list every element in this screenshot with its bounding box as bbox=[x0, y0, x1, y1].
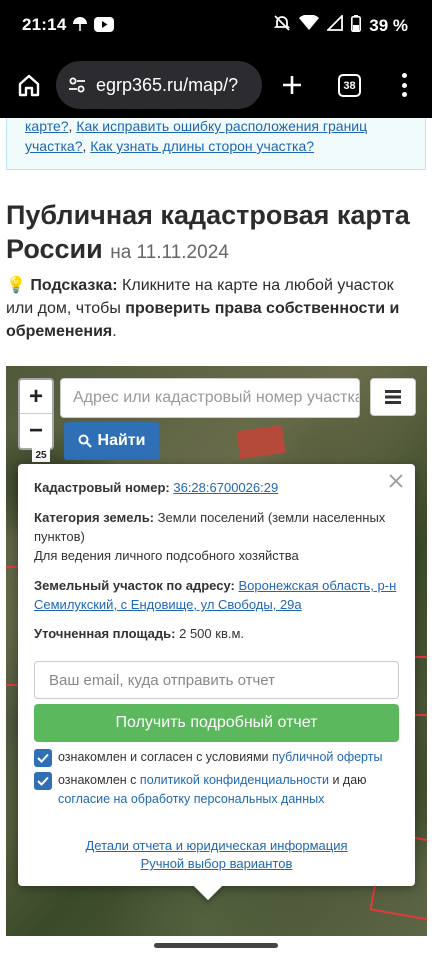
privacy-checkbox-label: ознакомлен с политикой конфиденциальност… bbox=[58, 773, 367, 806]
data-consent-link[interactable]: согласие на обработку персональных данны… bbox=[58, 792, 324, 806]
info-link-side-lengths[interactable]: Как узнать длины сторон участка? bbox=[90, 138, 314, 154]
info-box: карте?, Как исправить ошибку расположени… bbox=[6, 118, 426, 170]
hint-text: 💡 Подсказка: Кликните на карте на любой … bbox=[6, 277, 400, 340]
offer-checkbox[interactable] bbox=[34, 749, 52, 767]
home-gesture-bar[interactable] bbox=[154, 943, 278, 948]
report-details-link[interactable]: Детали отчета и юридическая информация bbox=[85, 838, 347, 853]
get-report-button[interactable]: Получить подробный отчет bbox=[34, 704, 399, 742]
status-time: 21:14 bbox=[22, 15, 67, 34]
url-bar[interactable]: egrp365.ru/map/? bbox=[56, 61, 262, 109]
wifi-icon bbox=[299, 14, 320, 36]
public-offer-link[interactable]: публичной оферты bbox=[272, 750, 382, 764]
youtube-icon bbox=[94, 16, 114, 37]
zoom-control: + − bbox=[18, 378, 54, 450]
page-title: Публичная кадастровая карта России на 11… bbox=[6, 198, 416, 270]
system-nav-bar bbox=[0, 936, 432, 960]
checkmark-icon bbox=[37, 776, 49, 786]
cadastral-number-row: Кадастровый номер: 36:28:6700026:29 bbox=[34, 480, 279, 495]
mute-icon bbox=[273, 14, 291, 37]
address-row: Земельный участок по адресу: Воронежская… bbox=[34, 578, 397, 612]
info-link-map[interactable]: карте? bbox=[25, 118, 69, 134]
map-scale-label: 25 bbox=[32, 448, 50, 462]
url-text: egrp365.ru/map/? bbox=[96, 74, 239, 95]
land-category-row: Категория земель: Земли поселений (земли… bbox=[34, 510, 386, 563]
umbrella-icon bbox=[72, 16, 88, 37]
popup-footer-links: Детали отчета и юридическая информация Р… bbox=[18, 837, 415, 873]
privacy-checkbox[interactable] bbox=[34, 772, 52, 790]
find-button-label: Найти bbox=[97, 432, 146, 449]
email-input[interactable]: Ваш email, куда отправить отчет bbox=[34, 661, 399, 699]
zoom-out-button[interactable]: − bbox=[20, 414, 52, 448]
offer-checkbox-label: ознакомлен и согласен с условиями публич… bbox=[58, 750, 383, 764]
land-usage: Для ведения личного подсобного хозяйства bbox=[34, 548, 299, 563]
new-tab-icon[interactable] bbox=[275, 68, 309, 102]
checkmark-icon bbox=[37, 753, 49, 763]
web-page: карте?, Как исправить ошибку расположени… bbox=[0, 118, 432, 936]
lightbulb-icon: 💡 bbox=[6, 277, 26, 294]
search-icon bbox=[78, 434, 92, 448]
battery-level: 39 % bbox=[369, 15, 408, 35]
find-button[interactable]: Найти bbox=[64, 422, 159, 460]
area-row: Уточненная площадь: 2 500 кв.м. bbox=[34, 626, 245, 641]
parcel-info-popup: Кадастровый номер: 36:28:6700026:29 Кате… bbox=[18, 464, 415, 886]
site-settings-icon[interactable] bbox=[64, 72, 90, 98]
home-icon[interactable] bbox=[12, 68, 46, 102]
page-title-date: на 11.11.2024 bbox=[110, 242, 229, 263]
more-menu-icon[interactable] bbox=[394, 70, 414, 100]
layers-menu-button[interactable] bbox=[370, 378, 416, 416]
hamburger-icon bbox=[385, 390, 401, 404]
tab-switcher-button[interactable]: 38 bbox=[338, 74, 361, 97]
zoom-in-button[interactable]: + bbox=[20, 380, 52, 414]
privacy-policy-link[interactable]: политикой конфиденциальности bbox=[140, 773, 329, 787]
hint-label: Подсказка: bbox=[30, 277, 118, 294]
battery-icon bbox=[351, 14, 362, 37]
signal-icon bbox=[326, 13, 344, 36]
status-bar: 21:14 39 % bbox=[0, 0, 432, 52]
browser-toolbar: egrp365.ru/map/? 38 bbox=[0, 52, 432, 118]
cadastral-map[interactable]: + − Адрес или кадастровый номер участка … bbox=[6, 366, 427, 936]
cadastral-number-link[interactable]: 36:28:6700026:29 bbox=[173, 480, 278, 495]
manual-selection-link[interactable]: Ручной выбор вариантов bbox=[141, 856, 293, 871]
map-search-input[interactable]: Адрес или кадастровый номер участка bbox=[60, 378, 360, 418]
